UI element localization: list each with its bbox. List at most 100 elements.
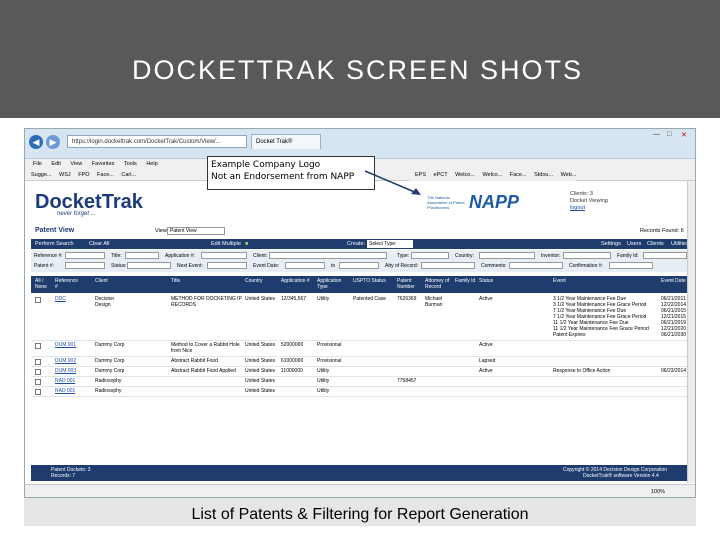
zoom-level[interactable]: 100% (651, 485, 665, 497)
callout-arrow-icon (365, 170, 421, 195)
column-header[interactable]: Country (245, 278, 263, 284)
favorite-item[interactable]: WSJ (59, 169, 71, 180)
next-event-select[interactable] (207, 262, 247, 269)
row-checkbox[interactable] (35, 297, 41, 303)
help-icon[interactable]: ■ (245, 239, 248, 249)
forward-arrow-icon[interactable]: ▶ (46, 135, 60, 149)
cell-country: United States (245, 368, 276, 374)
cell-client: Dummy Corp (95, 368, 125, 374)
version: DocketTrak® software Version 4.4 (583, 473, 659, 479)
clients-link[interactable]: Clients (647, 239, 664, 249)
column-header[interactable]: Reference # (55, 278, 79, 290)
browser-tab[interactable]: Docket Trak® (251, 134, 321, 149)
application-input[interactable] (201, 252, 247, 259)
cell-ref[interactable]: DUM 003 (55, 368, 89, 374)
cell-ref[interactable]: DDC (55, 296, 89, 302)
favorite-item[interactable]: FPO (78, 169, 89, 180)
column-header[interactable]: Attorney of Record (425, 278, 453, 290)
column-header[interactable]: Client (95, 278, 108, 284)
create-select[interactable]: Select Type: (367, 240, 413, 248)
patent-input[interactable] (65, 262, 105, 269)
favorite-item[interactable]: Web... (561, 169, 577, 181)
cell-ref[interactable]: RAD 001 (55, 378, 89, 384)
comments-input[interactable] (509, 262, 563, 269)
table-row[interactable]: RAD 001 Radiosophy United States Utility 775… (31, 377, 691, 387)
favorite-item[interactable]: Carl... (121, 169, 136, 180)
menu-favorites[interactable]: Favorites (92, 159, 115, 169)
records-found: Records Found: 6 (640, 228, 684, 234)
column-header[interactable]: All / None (35, 278, 49, 290)
row-checkbox[interactable] (35, 369, 41, 375)
reference-input[interactable] (65, 252, 105, 259)
favorite-item[interactable]: Sugge... (31, 169, 52, 180)
column-header[interactable]: Event Date (661, 278, 689, 284)
title-input[interactable] (125, 252, 159, 259)
cell-event-date: 06/21/2030 (661, 332, 687, 338)
menu-edit[interactable]: Edit (51, 159, 60, 169)
column-header[interactable]: Application Type (317, 278, 351, 290)
scrollbar[interactable] (687, 181, 695, 483)
row-checkbox[interactable] (35, 343, 41, 349)
view-select[interactable]: Patent View (167, 227, 225, 235)
row-checkbox[interactable] (35, 379, 41, 385)
column-header[interactable]: Status (479, 278, 493, 284)
users-link[interactable]: Users (627, 239, 641, 249)
clear-all-button[interactable]: Clear All (89, 239, 109, 249)
confirmation-input[interactable] (609, 262, 653, 269)
cell-client: Dummy Corp (95, 358, 125, 364)
filter-label: Family Id: (617, 253, 639, 259)
inventor-input[interactable] (563, 252, 611, 259)
country-select[interactable] (479, 252, 535, 259)
family-id-input[interactable] (643, 252, 687, 259)
cell-ref[interactable]: DUM 002 (55, 358, 89, 364)
column-header[interactable]: Event (553, 278, 566, 284)
row-checkbox[interactable] (35, 359, 41, 365)
favorite-item[interactable]: Face... (97, 169, 114, 180)
filter-label: Comments: (481, 263, 507, 269)
table-row[interactable]: RAD 001 Radiosophy United States Utility (31, 387, 691, 397)
favorite-item[interactable]: Face... (510, 169, 527, 181)
cell-ref[interactable]: RAD 001 (55, 388, 89, 394)
column-header[interactable]: Application # (281, 278, 313, 284)
column-header[interactable]: Title (171, 278, 180, 284)
column-header[interactable]: Patent Number (397, 278, 425, 290)
favorite-item[interactable]: Stdou... (534, 169, 553, 181)
type-select[interactable] (411, 252, 449, 259)
column-header[interactable]: USPTO Status (353, 278, 395, 284)
table-row[interactable]: DUM 001 Dummy Corp Method to Cover a Rabbi… (31, 341, 691, 357)
maximize-icon[interactable]: □ (667, 131, 671, 138)
event-date-from[interactable] (285, 262, 325, 269)
menu-view[interactable]: View (70, 159, 82, 169)
column-header[interactable]: Family Id (455, 278, 477, 284)
menu-tools[interactable]: Tools (124, 159, 137, 169)
address-bar[interactable]: https://login.dockettrak.com/DocketTrak/… (67, 135, 247, 148)
favorite-item[interactable]: Welco... (482, 169, 502, 181)
table-row[interactable]: DUM 002 Dummy Corp Abstract Rabbit Food Uni… (31, 357, 691, 367)
client-select[interactable] (269, 252, 387, 259)
filter-label: Confirmation #: (569, 263, 603, 269)
menu-help[interactable]: Help (146, 159, 157, 169)
cell-attorney: Michael Burman (425, 296, 443, 308)
favorite-item[interactable]: Welco... (455, 169, 475, 181)
edit-multiple-button[interactable]: Edit Multiple (211, 239, 241, 249)
favorites-bar-right: EPS ePCT Welco... Welco... Face... Stdou… (409, 169, 577, 181)
favorite-item[interactable]: ePCT (434, 169, 448, 181)
settings-link[interactable]: Settings (601, 239, 621, 249)
attorney-select[interactable] (421, 262, 475, 269)
cell-application: 52000000 (281, 342, 304, 348)
slide-title: DOCKETTRAK SCREEN SHOTS (132, 55, 584, 85)
back-arrow-icon[interactable]: ◀ (29, 135, 43, 149)
row-checkbox[interactable] (35, 389, 41, 395)
status-select[interactable] (127, 262, 171, 269)
close-icon[interactable]: ✕ (681, 131, 687, 139)
logout-link[interactable]: logout (570, 205, 608, 212)
table-row[interactable]: DUM 003 Dummy Corp Abstract Rabbit Food Ap… (31, 367, 691, 377)
minimize-icon[interactable]: — (653, 131, 660, 138)
table-row[interactable]: DDC Decision Design METHOD FOR DOCKETING I… (31, 295, 691, 341)
cell-client: Radiosophy (95, 378, 122, 384)
event-date-to[interactable] (339, 262, 379, 269)
filter-label: Atty of Record: (385, 263, 419, 269)
menu-file[interactable]: File (33, 159, 42, 169)
perform-search-button[interactable]: Perform Search (35, 239, 74, 249)
cell-ref[interactable]: DUM 001 (55, 342, 89, 348)
